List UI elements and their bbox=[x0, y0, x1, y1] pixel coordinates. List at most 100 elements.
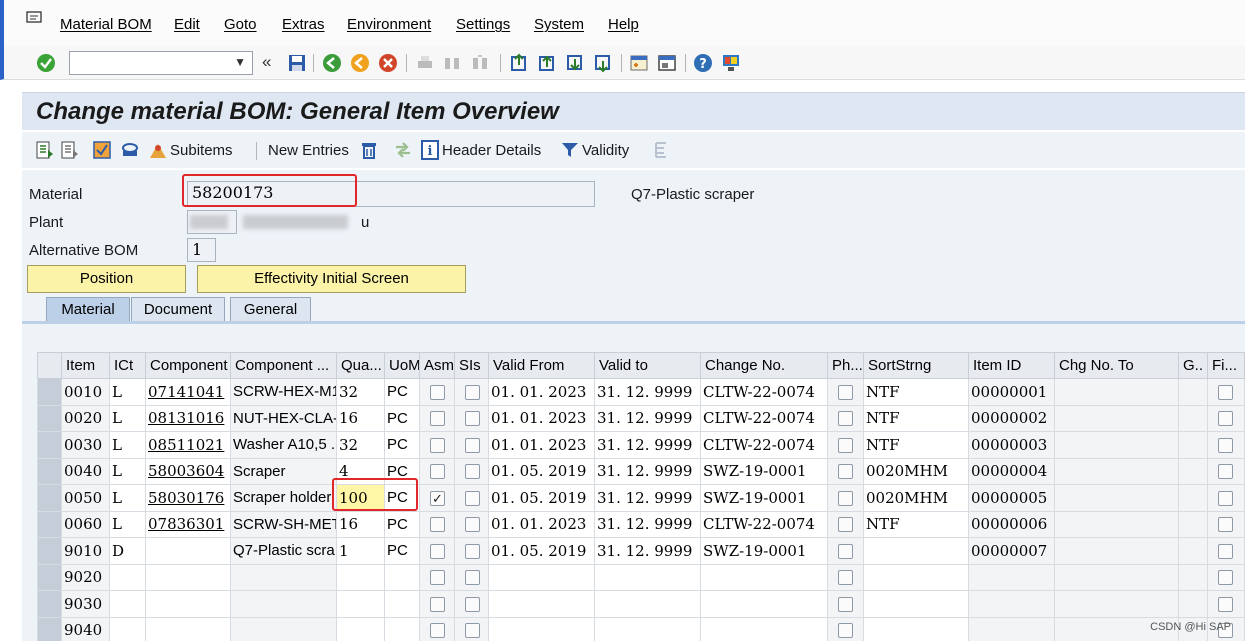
header-details-button[interactable]: Header Details bbox=[442, 142, 541, 159]
tab-document[interactable]: Document bbox=[131, 297, 225, 322]
checkbox[interactable] bbox=[430, 464, 445, 480]
item-number-cell[interactable]: 0040 bbox=[61, 457, 110, 485]
column-header[interactable]: Component bbox=[145, 352, 231, 379]
item-category-cell[interactable]: L bbox=[109, 510, 146, 538]
menu-material-bom[interactable]: Material BOM bbox=[60, 16, 152, 33]
info-icon[interactable]: i bbox=[420, 140, 440, 160]
shortcut-icon[interactable] bbox=[657, 53, 677, 73]
column-header[interactable]: Qua... bbox=[336, 352, 385, 379]
create-session-icon[interactable] bbox=[629, 53, 649, 73]
row-selector[interactable] bbox=[37, 616, 62, 641]
sis-checkbox-cell[interactable] bbox=[454, 510, 489, 538]
menu-extras[interactable]: Extras bbox=[282, 16, 325, 33]
item-category-cell[interactable]: L bbox=[109, 378, 146, 406]
row-selector[interactable] bbox=[37, 457, 62, 485]
validity-icon[interactable] bbox=[560, 140, 580, 160]
checkbox[interactable] bbox=[1218, 464, 1233, 480]
help-icon[interactable]: ? bbox=[693, 53, 713, 73]
assembly-checkbox-cell[interactable] bbox=[419, 404, 455, 432]
checkbox[interactable] bbox=[1218, 517, 1233, 533]
quantity-cell[interactable]: 16 bbox=[336, 510, 385, 538]
checkbox[interactable] bbox=[465, 464, 480, 480]
assembly-checkbox-cell[interactable] bbox=[419, 537, 455, 565]
assembly-checkbox-cell[interactable] bbox=[419, 457, 455, 485]
chevron-down-icon[interactable]: ▼ bbox=[234, 55, 246, 69]
checkbox[interactable] bbox=[1218, 596, 1233, 612]
checkbox[interactable] bbox=[1218, 490, 1233, 506]
checkbox[interactable] bbox=[465, 543, 480, 559]
previous-page-icon[interactable] bbox=[537, 53, 557, 73]
uom-cell[interactable]: PC bbox=[384, 537, 420, 565]
column-header[interactable]: Asm bbox=[419, 352, 455, 379]
table-row[interactable]: 9010 D Q7-Plastic scra... 1 PC 01. 05. 2019 31… bbox=[37, 537, 1245, 565]
checkbox[interactable] bbox=[465, 570, 480, 586]
sis-checkbox-cell[interactable] bbox=[454, 616, 489, 641]
alternative-bom-field[interactable]: 1 bbox=[187, 238, 216, 262]
fixed-checkbox-cell[interactable] bbox=[1207, 537, 1245, 565]
checkbox[interactable] bbox=[1218, 437, 1233, 453]
checkbox[interactable] bbox=[465, 490, 480, 506]
last-page-icon[interactable] bbox=[593, 53, 613, 73]
change-number-cell[interactable] bbox=[700, 563, 828, 591]
uom-cell[interactable] bbox=[384, 563, 420, 591]
assembly-checkbox-cell[interactable] bbox=[419, 563, 455, 591]
other-bom-icon[interactable] bbox=[59, 140, 79, 160]
fixed-checkbox-cell[interactable] bbox=[1207, 457, 1245, 485]
subitems-button[interactable]: Subitems bbox=[170, 142, 233, 159]
checkbox[interactable] bbox=[430, 543, 445, 559]
save-icon[interactable] bbox=[287, 53, 307, 73]
fixed-checkbox-cell[interactable] bbox=[1207, 590, 1245, 618]
uom-cell[interactable] bbox=[384, 616, 420, 641]
checkbox[interactable] bbox=[838, 517, 853, 533]
row-selector[interactable] bbox=[37, 510, 62, 538]
phantom-checkbox-cell[interactable] bbox=[827, 484, 864, 512]
row-selector[interactable] bbox=[37, 378, 62, 406]
quantity-cell[interactable] bbox=[336, 590, 385, 618]
sis-checkbox-cell[interactable] bbox=[454, 404, 489, 432]
quantity-cell[interactable]: 32 bbox=[336, 431, 385, 459]
print-icon[interactable] bbox=[415, 53, 435, 73]
component-cell[interactable] bbox=[145, 537, 231, 565]
phantom-checkbox-cell[interactable] bbox=[827, 510, 864, 538]
checkbox[interactable] bbox=[838, 570, 853, 586]
column-header[interactable]: SIs bbox=[454, 352, 489, 379]
sort-string-cell[interactable]: NTF bbox=[863, 378, 969, 406]
sis-checkbox-cell[interactable] bbox=[454, 484, 489, 512]
checkbox[interactable] bbox=[1218, 570, 1233, 586]
uom-cell[interactable]: PC bbox=[384, 378, 420, 406]
table-row[interactable]: 0040 L 58003604 Scraper 4 PC 01. 05. 2019 31. 1… bbox=[37, 457, 1245, 485]
item-number-cell[interactable]: 0020 bbox=[61, 404, 110, 432]
display-change-icon[interactable] bbox=[34, 140, 54, 160]
quantity-cell[interactable]: 1 bbox=[336, 537, 385, 565]
checkbox[interactable] bbox=[430, 384, 445, 400]
assembly-checkbox-cell[interactable] bbox=[419, 510, 455, 538]
quantity-cell[interactable] bbox=[336, 563, 385, 591]
item-category-cell[interactable]: D bbox=[109, 537, 146, 565]
checkbox[interactable] bbox=[465, 437, 480, 453]
command-field[interactable]: ▼ bbox=[69, 51, 253, 75]
assembly-checkbox-cell[interactable] bbox=[419, 590, 455, 618]
item-number-cell[interactable]: 0050 bbox=[61, 484, 110, 512]
change-number-cell[interactable]: SWZ-19-0001 bbox=[700, 537, 828, 565]
item-category-cell[interactable] bbox=[109, 563, 146, 591]
fixed-checkbox-cell[interactable] bbox=[1207, 563, 1245, 591]
table-row[interactable]: 9040 bbox=[37, 616, 1245, 641]
column-header[interactable]: Item ID bbox=[968, 352, 1055, 379]
column-header[interactable]: SortStrng bbox=[863, 352, 969, 379]
change-number-cell[interactable] bbox=[700, 616, 828, 641]
row-selector[interactable] bbox=[37, 484, 62, 512]
item-category-cell[interactable] bbox=[109, 616, 146, 641]
component-cell[interactable] bbox=[145, 590, 231, 618]
checkbox[interactable] bbox=[838, 464, 853, 480]
phantom-checkbox-cell[interactable] bbox=[827, 457, 864, 485]
tab-general[interactable]: General bbox=[230, 297, 311, 322]
item-number-cell[interactable]: 0030 bbox=[61, 431, 110, 459]
checkbox[interactable] bbox=[1218, 411, 1233, 427]
sort-string-cell[interactable]: NTF bbox=[863, 431, 969, 459]
sis-checkbox-cell[interactable] bbox=[454, 378, 489, 406]
phantom-checkbox-cell[interactable] bbox=[827, 431, 864, 459]
item-number-cell[interactable]: 9020 bbox=[61, 563, 110, 591]
component-cell[interactable] bbox=[145, 616, 231, 641]
checkbox[interactable] bbox=[838, 384, 853, 400]
checkbox[interactable] bbox=[430, 596, 445, 612]
